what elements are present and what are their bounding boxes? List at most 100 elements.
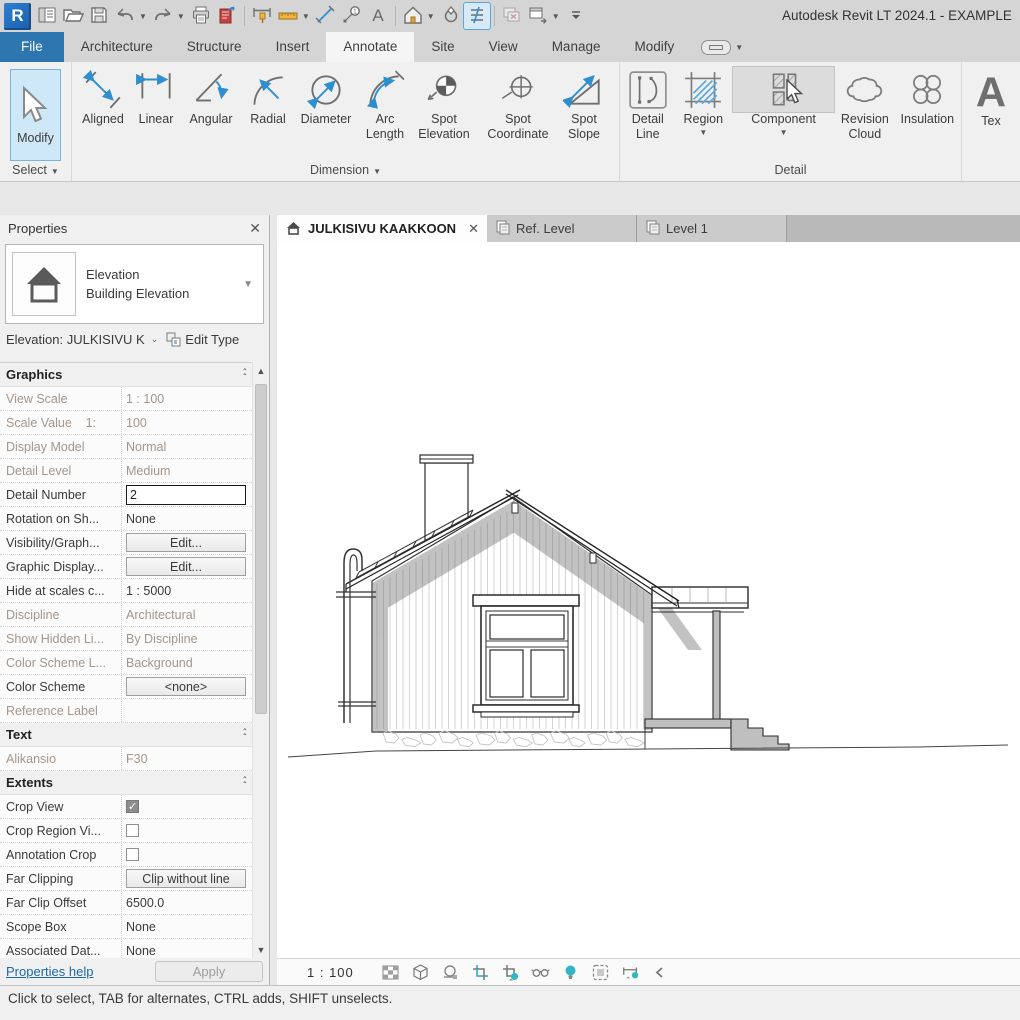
section-header-graphics[interactable]: Graphicsˆˆ	[0, 363, 252, 387]
customize-qat-button[interactable]	[563, 3, 589, 29]
properties-scrollbar[interactable]: ▲ ▼	[252, 362, 268, 958]
modify-button[interactable]: Modify	[10, 69, 61, 161]
spot-coordinate-tool[interactable]: SpotCoordinate	[476, 65, 560, 142]
property-checkbox[interactable]	[126, 824, 139, 837]
measure-button[interactable]	[275, 3, 301, 29]
dim-angular-tool[interactable]: Angular	[180, 65, 242, 127]
collapse-chevron-icon[interactable]: ˆˆ	[243, 778, 246, 788]
default-3d-view-button[interactable]	[400, 3, 426, 29]
property-edit-button[interactable]: Edit...	[126, 557, 246, 576]
temporary-hide-isolate-icon[interactable]	[531, 963, 550, 982]
insulation-tool[interactable]: Insulation	[896, 65, 959, 127]
switch-windows-button[interactable]	[525, 3, 551, 29]
crop-view-icon[interactable]	[471, 963, 490, 982]
view-tab-julkisivu-kaakkoon[interactable]: JULKISIVU KAAKKOON✕	[277, 215, 487, 242]
close-icon[interactable]: ✕	[249, 220, 261, 237]
dropdown-caret-icon[interactable]: ▼	[176, 12, 188, 21]
close-view-icon[interactable]: ✕	[468, 221, 479, 237]
scrollbar-thumb[interactable]	[255, 384, 267, 714]
view-scale-button[interactable]: 1 : 100	[307, 965, 354, 980]
property-text[interactable]: None	[126, 920, 156, 934]
dim-diameter-tool[interactable]: Diameter	[294, 65, 358, 127]
dropdown-caret-icon[interactable]: ▼	[426, 12, 438, 21]
property-edit-button[interactable]: Clip without line	[126, 869, 246, 888]
dropdown-caret-icon[interactable]: ▼	[699, 128, 707, 137]
show-crop-region-icon[interactable]	[501, 963, 520, 982]
save-button[interactable]	[86, 3, 112, 29]
property-text[interactable]: None	[126, 512, 156, 526]
property-checkbox[interactable]	[126, 800, 139, 813]
redo-button[interactable]	[150, 3, 176, 29]
tab-modify[interactable]: Modify	[617, 32, 691, 62]
edit-type-button[interactable]: Edit Type	[166, 332, 239, 347]
tab-architecture[interactable]: Architecture	[64, 32, 170, 62]
collapse-chevron-icon[interactable]: ˆˆ	[243, 370, 246, 380]
dimension-panel-label[interactable]: Dimension▼	[72, 161, 619, 181]
tab-site[interactable]: Site	[414, 32, 471, 62]
type-selector[interactable]: Elevation Building Elevation ▼	[5, 244, 264, 324]
dropdown-caret-icon[interactable]: ▼	[138, 12, 150, 21]
section-button[interactable]	[438, 3, 464, 29]
section-header-extents[interactable]: Extentsˆˆ	[0, 771, 252, 795]
view-tab-level-1[interactable]: Level 1	[637, 215, 787, 242]
section-header-text[interactable]: Textˆˆ	[0, 723, 252, 747]
dimension-pin-button[interactable]	[249, 3, 275, 29]
properties-toggle-button[interactable]	[34, 3, 60, 29]
open-button[interactable]	[60, 3, 86, 29]
visual-style-icon[interactable]	[411, 963, 430, 982]
dim-linear-tool[interactable]: Linear	[132, 65, 180, 127]
dropdown-caret-icon[interactable]: ▼	[301, 12, 313, 21]
print-button[interactable]	[188, 3, 214, 29]
thin-lines-button[interactable]	[464, 3, 490, 29]
view-tab-ref-level[interactable]: Ref. Level	[487, 215, 637, 242]
properties-help-link[interactable]: Properties help	[6, 964, 155, 979]
tab-file[interactable]: File	[0, 32, 64, 62]
aligned-dimension-button[interactable]	[313, 3, 339, 29]
tab-annotate[interactable]: Annotate	[326, 32, 414, 62]
collapse-chevron-icon[interactable]: ˆˆ	[243, 730, 246, 740]
text-button[interactable]: A	[365, 3, 391, 29]
detail-level-icon[interactable]	[381, 963, 400, 982]
scroll-down-icon[interactable]: ▼	[253, 941, 269, 958]
chevron-down-icon[interactable]: ⌄	[151, 334, 159, 345]
tag-by-category-button[interactable]: 1	[339, 3, 365, 29]
type-filter-dropdown[interactable]: Elevation: JULKISIVU K	[6, 332, 145, 347]
dropdown-caret-icon[interactable]: ▼	[551, 12, 563, 21]
property-checkbox[interactable]	[126, 848, 139, 861]
undo-button[interactable]	[112, 3, 138, 29]
reveal-constraints-icon[interactable]	[621, 963, 640, 982]
apply-button[interactable]: Apply	[155, 961, 263, 982]
spot-elevation-tool[interactable]: SpotElevation	[412, 65, 476, 142]
collapse-arrow-icon[interactable]	[651, 963, 670, 982]
temporary-view-properties-icon[interactable]	[591, 963, 610, 982]
revit-logo-icon[interactable]: R	[4, 3, 31, 30]
transfer-standards-button[interactable]	[214, 3, 240, 29]
scroll-up-icon[interactable]: ▲	[253, 362, 269, 379]
property-edit-button[interactable]: <none>	[126, 677, 246, 696]
property-text[interactable]: 6500.0	[126, 896, 164, 910]
close-hidden-windows-button[interactable]	[499, 3, 525, 29]
dim-aligned-tool[interactable]: Aligned	[74, 65, 132, 127]
dim-radial-tool[interactable]: Radial	[242, 65, 294, 127]
chevron-down-icon[interactable]: ▼	[243, 279, 257, 290]
dropdown-caret-icon[interactable]: ▼	[780, 128, 788, 137]
text-tool[interactable]: A Tex	[964, 65, 1018, 129]
reveal-hidden-elements-icon[interactable]	[561, 963, 580, 982]
region-tool[interactable]: Region▼	[674, 65, 733, 137]
dim-arc-length-tool[interactable]: ArcLength	[358, 65, 412, 142]
revision-cloud-tool[interactable]: RevisionCloud	[834, 65, 895, 142]
select-panel-label[interactable]: Select▼	[0, 161, 71, 181]
tab-view[interactable]: View	[472, 32, 535, 62]
property-text[interactable]: None	[126, 944, 156, 958]
tab-manage[interactable]: Manage	[535, 32, 618, 62]
property-edit-button[interactable]: Edit...	[126, 533, 246, 552]
ribbon-display-toggle[interactable]: ▼	[701, 40, 743, 55]
detail-line-tool[interactable]: DetailLine	[622, 65, 674, 142]
spot-slope-tool[interactable]: SpotSlope	[560, 65, 608, 142]
drawing-canvas[interactable]	[277, 242, 1020, 958]
component-tool[interactable]: Component▼	[733, 65, 834, 137]
tab-insert[interactable]: Insert	[259, 32, 327, 62]
sun-path-icon[interactable]	[441, 963, 460, 982]
property-input[interactable]: 2	[126, 485, 246, 505]
tab-structure[interactable]: Structure	[170, 32, 259, 62]
